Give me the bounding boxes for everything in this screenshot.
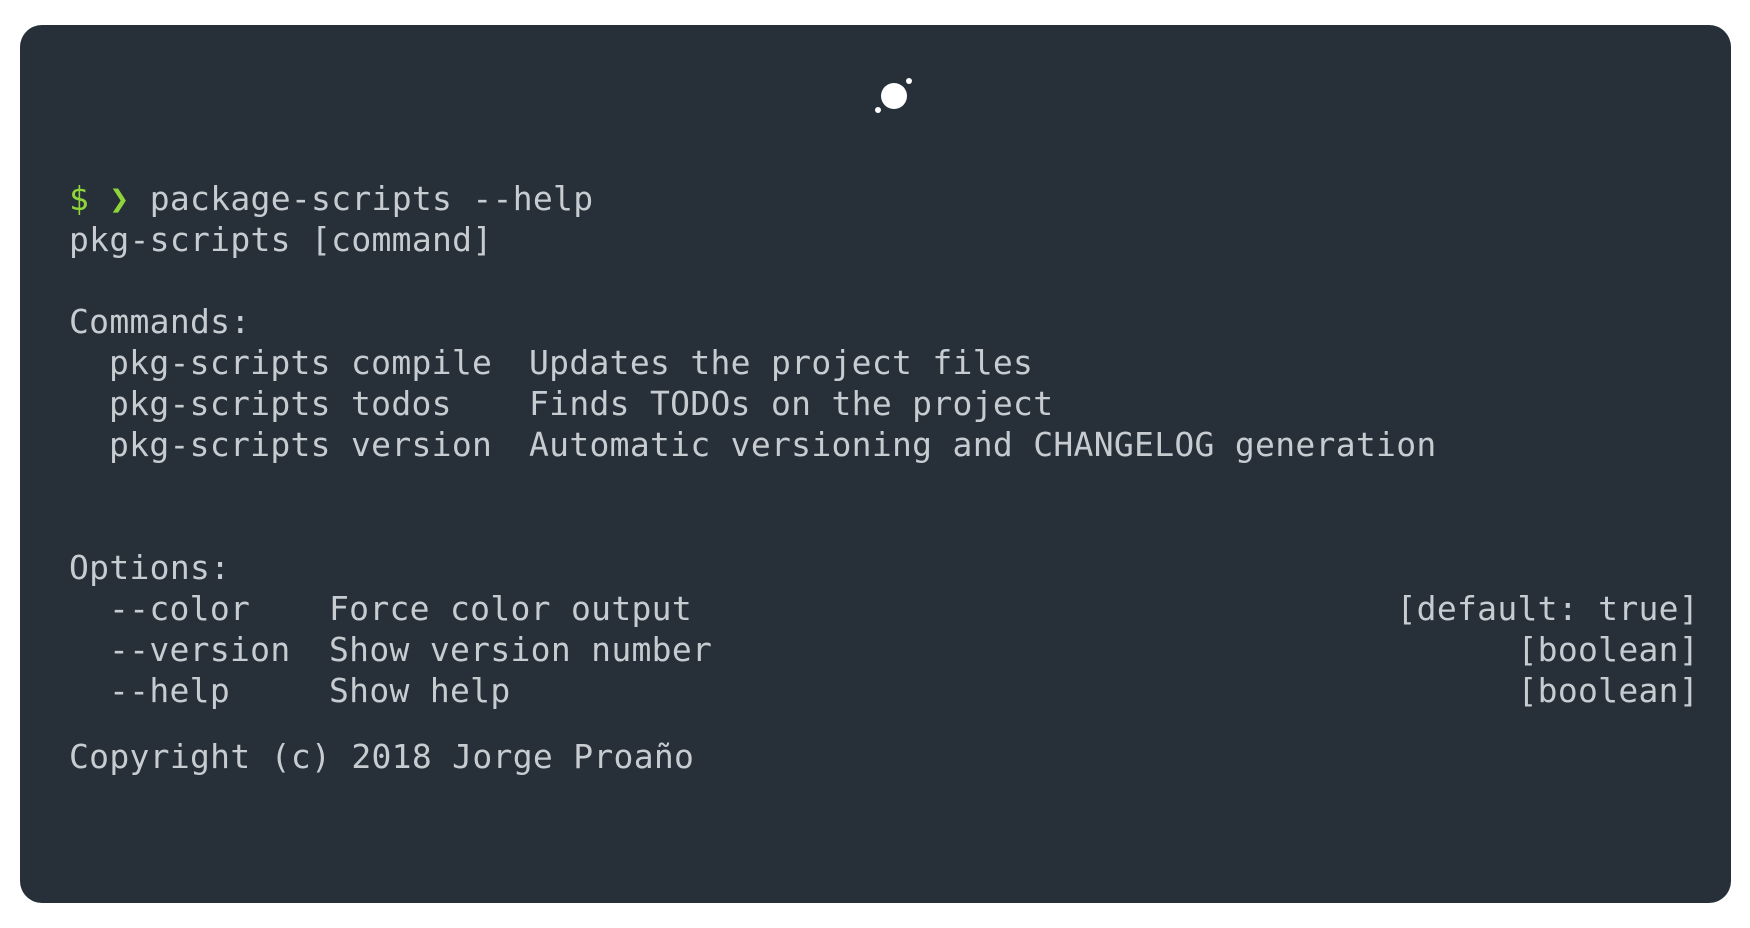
option-name: --color [109,589,251,628]
prompt-symbol: $ [69,179,90,218]
prompt-line[interactable]: $ ❯ package-scripts --help [69,178,1699,219]
command-row: pkg-scripts version Automatic versioning … [69,424,1699,465]
command-row: pkg-scripts compile Updates the project f… [69,342,1699,383]
option-row: --help Show help [boolean] [69,670,1699,711]
option-type: [boolean] [1517,630,1699,669]
option-type: [boolean] [1517,671,1699,710]
command-name: pkg-scripts todos [109,384,452,423]
prompt-arrow-icon: ❯ [109,179,130,218]
command-description: Finds TODOs on the project [529,384,1054,423]
command-description: Updates the project files [529,343,1034,382]
command-description: Automatic versioning and CHANGELOG gener… [529,425,1437,464]
option-name: --version [109,630,291,669]
options-heading: Options: [69,548,231,587]
command-name: pkg-scripts version [109,425,493,464]
command-row: pkg-scripts todos Finds TODOs on the proj… [69,383,1699,424]
option-row: --color Force color output [default: true] [69,588,1699,629]
command-name: pkg-scripts compile [109,343,493,382]
terminal-output: $ ❯ package-scripts --help pkg-scripts [… [69,178,1699,777]
copyright-text: Copyright (c) 2018 Jorge Proaño [69,737,695,776]
option-name: --help [109,671,231,710]
option-description: Show help [329,671,511,710]
option-description: Force color output [329,589,693,628]
command-text: package-scripts --help [149,179,594,218]
option-description: Show version number [329,630,713,669]
option-type: [default: true] [1396,589,1699,628]
terminal-window: $ ❯ package-scripts --help pkg-scripts [… [20,25,1731,903]
commands-heading: Commands: [69,302,251,341]
usage-line: pkg-scripts [command] [69,220,493,259]
planet-dot-icon [875,78,912,113]
option-row: --version Show version number [boolean] [69,629,1699,670]
